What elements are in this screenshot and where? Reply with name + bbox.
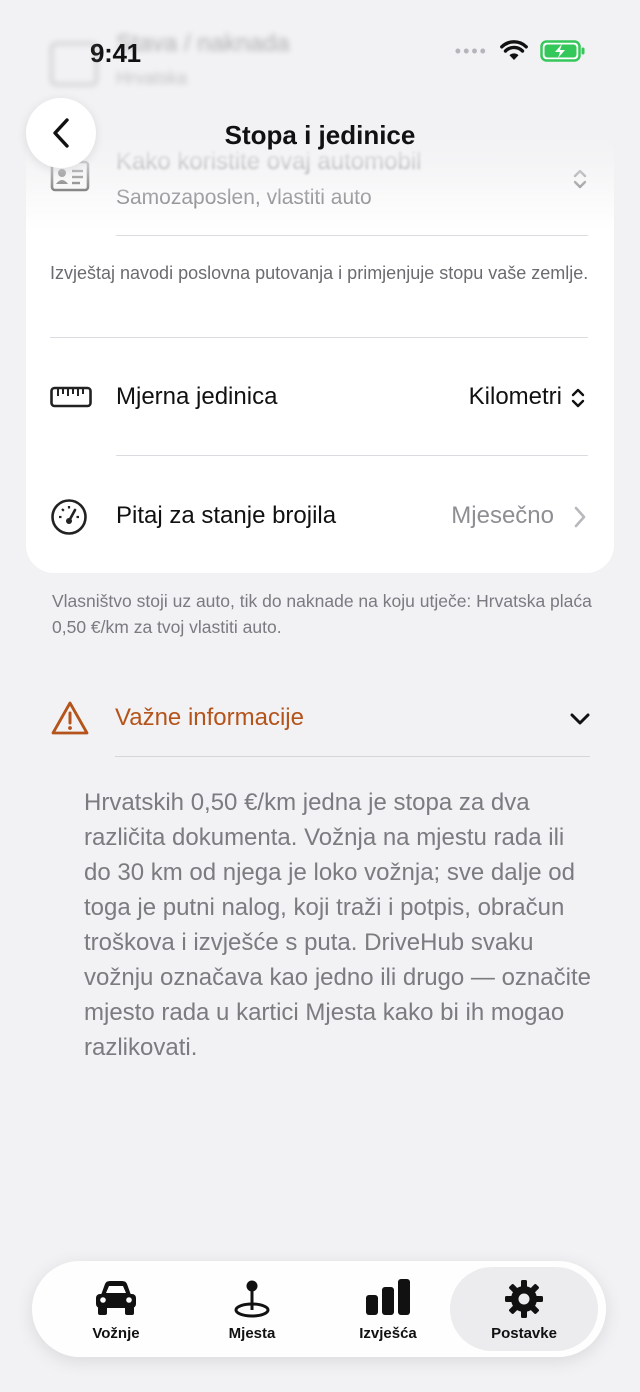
tab-izvjesca-label: Izvješća <box>359 1325 417 1342</box>
usage-value: Samozaposlen, vlastiti auto <box>116 186 372 209</box>
status-icons: •••• <box>455 40 586 62</box>
usage-label: Kako koristite ovaj automobil <box>116 148 422 175</box>
background-header-icon <box>50 42 98 86</box>
gear-icon <box>505 1280 543 1318</box>
battery-charging-icon <box>540 40 585 62</box>
tab-mjesta[interactable]: Mjesta <box>178 1267 326 1351</box>
car-icon <box>96 1281 136 1315</box>
chevron-down-icon <box>570 713 590 725</box>
chevron-up-down-icon <box>573 169 587 189</box>
tab-voznje-label: Vožnje <box>92 1325 140 1342</box>
footnote: Vlasništvo stoji uz auto, tik do naknade… <box>52 591 592 637</box>
ruler-icon <box>50 386 92 408</box>
page-title: Stopa i jedinice <box>224 120 416 150</box>
tab-bar: Vožnje Mjesta Izvješća Postavke <box>32 1261 606 1357</box>
background-header-title: Stava / naknada <box>116 30 290 57</box>
tab-voznje[interactable]: Vožnje <box>42 1267 190 1351</box>
wifi-icon <box>500 40 528 60</box>
unit-label: Mjerna jedinica <box>116 383 278 410</box>
gauge-icon <box>51 499 87 535</box>
important-info-label: Važne informacije <box>115 704 304 731</box>
tab-mjesta-label: Mjesta <box>228 1325 276 1342</box>
important-info-body: Hrvatskih 0,50 €/km jedna je stopa za dv… <box>84 789 591 1061</box>
tab-postavke[interactable]: Postavke <box>450 1267 598 1351</box>
odometer-row[interactable]: Pitaj za stanje brojila Mjesečno <box>26 456 614 573</box>
map-pin-icon <box>234 1280 270 1318</box>
chevron-right-icon <box>574 506 586 528</box>
odometer-label: Pitaj za stanje brojila <box>116 502 337 529</box>
divider <box>115 756 590 757</box>
important-info-toggle[interactable]: Važne informacije <box>50 696 590 756</box>
settings-card: Kako koristite ovaj automobil Samozaposl… <box>26 130 614 573</box>
odometer-value: Mjesečno <box>451 502 554 529</box>
signal-dots-icon: •••• <box>454 40 488 61</box>
unit-value[interactable]: Kilometri <box>469 383 562 411</box>
usage-note: Izvještaj navodi poslovna putovanja i pr… <box>50 263 589 283</box>
warning-icon <box>51 701 89 735</box>
unit-row[interactable]: Mjerna jedinica Kilometri <box>26 338 614 455</box>
chevron-up-down-icon <box>571 388 585 408</box>
background-header-subtitle: Hrvatska <box>116 68 188 88</box>
bar-chart-icon <box>366 1279 410 1315</box>
tab-izvjesca[interactable]: Izvješća <box>314 1267 462 1351</box>
tab-postavke-label: Postavke <box>491 1325 557 1342</box>
divider <box>116 235 588 236</box>
